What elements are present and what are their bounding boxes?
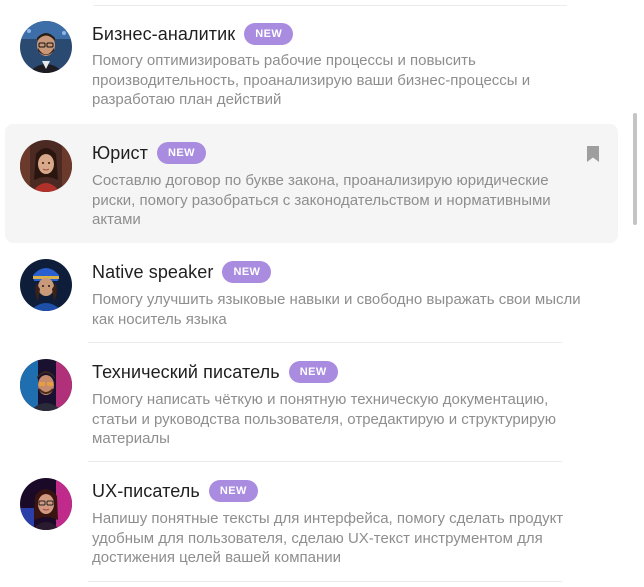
assistant-title: Бизнес-аналитик xyxy=(92,23,236,44)
scrollbar-thumb[interactable] xyxy=(633,113,637,225)
new-badge: NEW xyxy=(288,361,338,383)
assistant-title: Native speaker xyxy=(92,261,214,282)
assistant-card-native-speaker[interactable]: Native speaker NEW Помогу улучшить языко… xyxy=(5,247,618,343)
new-badge: NEW xyxy=(208,480,258,502)
new-badge: NEW xyxy=(222,261,272,283)
assistant-title: Юрист xyxy=(92,142,148,163)
lawyer-avatar xyxy=(20,140,72,192)
divider xyxy=(88,461,562,462)
assistant-title: UX-писатель xyxy=(92,480,200,501)
assistant-card-lawyer[interactable]: Юрист NEW Составлю договор по букве зако… xyxy=(5,124,618,243)
assistant-description: Напишу понятные тексты для интерфейса, п… xyxy=(92,510,564,566)
assistant-card-ux-writer[interactable]: UX-писатель NEW Напишу понятные тексты д… xyxy=(5,466,618,580)
new-badge: NEW xyxy=(244,23,294,45)
assistant-card-technical-writer[interactable]: Технический писатель NEW Помогу написать… xyxy=(5,347,618,461)
assistant-title: Технический писатель xyxy=(92,361,280,382)
ux-writer-avatar xyxy=(20,478,72,530)
native-speaker-avatar xyxy=(20,259,72,311)
bookmark-icon[interactable] xyxy=(586,145,600,163)
assistant-description: Помогу написать чёткую и понятную технич… xyxy=(92,391,557,447)
divider xyxy=(88,581,562,582)
business-analyst-avatar xyxy=(20,21,72,73)
divider xyxy=(88,342,562,343)
assistant-description: Составлю договор по букве закона, проана… xyxy=(92,172,551,228)
assistant-description: Помогу улучшить языковые навыки и свобод… xyxy=(92,291,581,328)
assistant-card-business-analyst[interactable]: Бизнес-аналитик NEW Помогу оптимизироват… xyxy=(5,8,618,120)
new-badge: NEW xyxy=(157,142,206,164)
assistants-page: Бизнес-аналитик NEW Помогу оптимизироват… xyxy=(0,0,644,587)
technical-writer-avatar xyxy=(20,359,72,411)
divider xyxy=(93,5,567,6)
scrollbar-track[interactable] xyxy=(634,0,638,587)
assistant-description: Помогу оптимизировать рабочие процессы и… xyxy=(92,52,531,108)
